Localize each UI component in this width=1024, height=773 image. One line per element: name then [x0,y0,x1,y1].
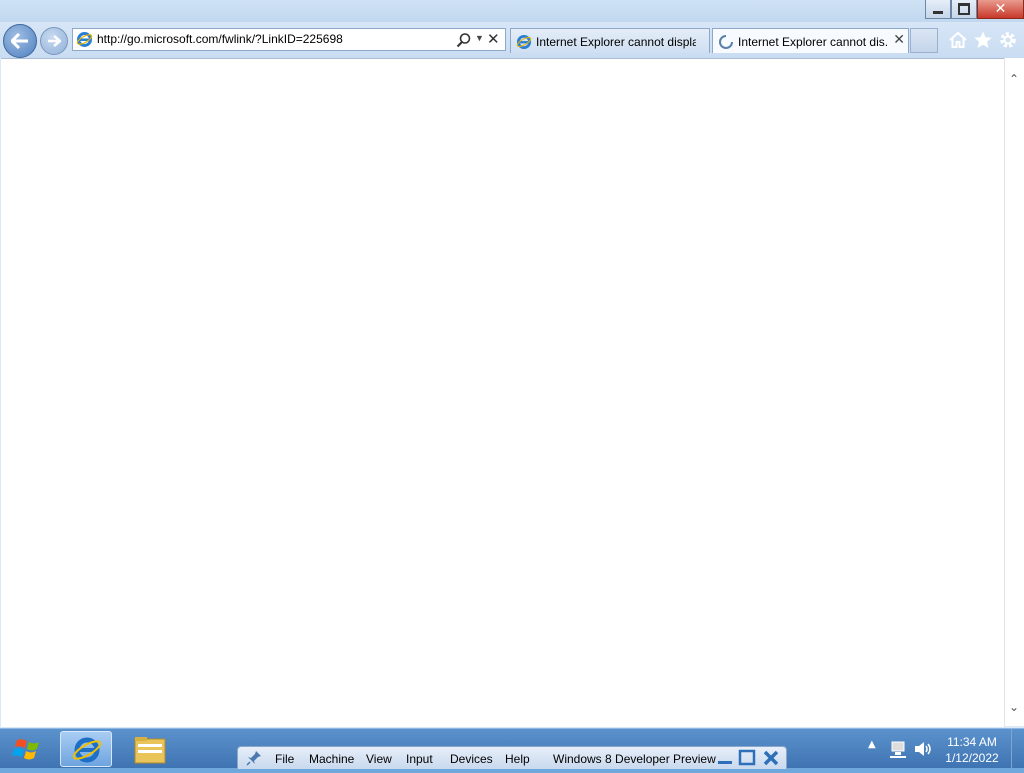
ie-icon [76,32,93,47]
show-desktop-button[interactable] [1011,729,1024,769]
dropdown-icon[interactable]: ▼ [475,33,484,43]
restore-icon [958,3,970,15]
browser-window: ✕ http://go.microsoft.com/fwlink/?LinkID… [0,0,1024,728]
show-hidden-icons-icon[interactable]: ▲ [868,739,876,750]
clock-date: 1/12/2022 [945,751,999,765]
new-tab-button[interactable] [910,28,938,53]
title-bar: ✕ [0,0,1024,22]
menu-file[interactable]: File [275,752,294,766]
tab-label: Internet Explorer cannot dis... [738,35,888,49]
loading-icon [719,35,733,49]
vertical-scrollbar[interactable]: ⌃ ⌄ [1004,58,1024,726]
close-icon[interactable]: ✕ [893,32,905,48]
vm-title: Windows 8 Developer Preview [553,752,716,766]
restore-button[interactable] [951,0,977,19]
taskbar-file-explorer[interactable] [124,731,176,767]
page-content[interactable] [1,58,1004,727]
tab-1[interactable]: Internet Explorer cannot displa... [510,28,710,53]
pin-icon[interactable] [246,750,262,766]
scroll-down-icon[interactable]: ⌄ [1009,700,1019,714]
menu-view[interactable]: View [366,752,392,766]
restore-icon[interactable] [738,749,756,767]
stop-icon[interactable]: ✕ [487,30,500,48]
minimize-icon [933,10,943,14]
home-icon[interactable] [948,30,968,50]
close-icon[interactable] [762,749,780,767]
scroll-up-icon[interactable]: ⌃ [1009,72,1019,86]
virtualbox-menu-bar: File Machine View Input Devices Help Win… [237,746,787,769]
search-icon[interactable] [456,32,472,48]
tab-label: Internet Explorer cannot displa... [536,35,696,49]
tools-icon[interactable] [998,30,1018,50]
ie-icon [72,737,102,763]
taskbar: File Machine View Input Devices Help Win… [0,728,1024,769]
clock-time: 11:34 AM [947,735,997,749]
back-icon [11,33,28,49]
minimize-icon[interactable] [716,749,734,767]
network-icon[interactable] [888,739,908,759]
clock[interactable]: 11:34 AM 1/12/2022 [936,734,1008,766]
menu-devices[interactable]: Devices [450,752,493,766]
favorites-icon[interactable] [973,30,993,50]
menu-machine[interactable]: Machine [309,752,354,766]
windows-logo-icon[interactable] [6,732,50,766]
folder-icon [134,737,166,764]
address-bar[interactable]: http://go.microsoft.com/fwlink/?LinkID=2… [72,28,506,51]
menu-help[interactable]: Help [505,752,530,766]
minimize-button[interactable] [925,0,951,19]
close-icon: ✕ [994,1,1007,17]
volume-icon[interactable] [913,739,933,759]
forward-icon [48,35,61,47]
menu-input[interactable]: Input [406,752,433,766]
back-button[interactable] [3,24,37,58]
taskbar-internet-explorer[interactable] [60,731,112,767]
close-window-button[interactable]: ✕ [977,0,1024,19]
address-url[interactable]: http://go.microsoft.com/fwlink/?LinkID=2… [97,32,343,46]
tab-2-active[interactable]: Internet Explorer cannot dis... ✕ [712,28,909,53]
ie-icon [516,34,532,50]
navigation-bar: http://go.microsoft.com/fwlink/?LinkID=2… [0,22,1024,58]
caption-buttons: ✕ [925,0,1024,19]
forward-button[interactable] [40,27,68,55]
